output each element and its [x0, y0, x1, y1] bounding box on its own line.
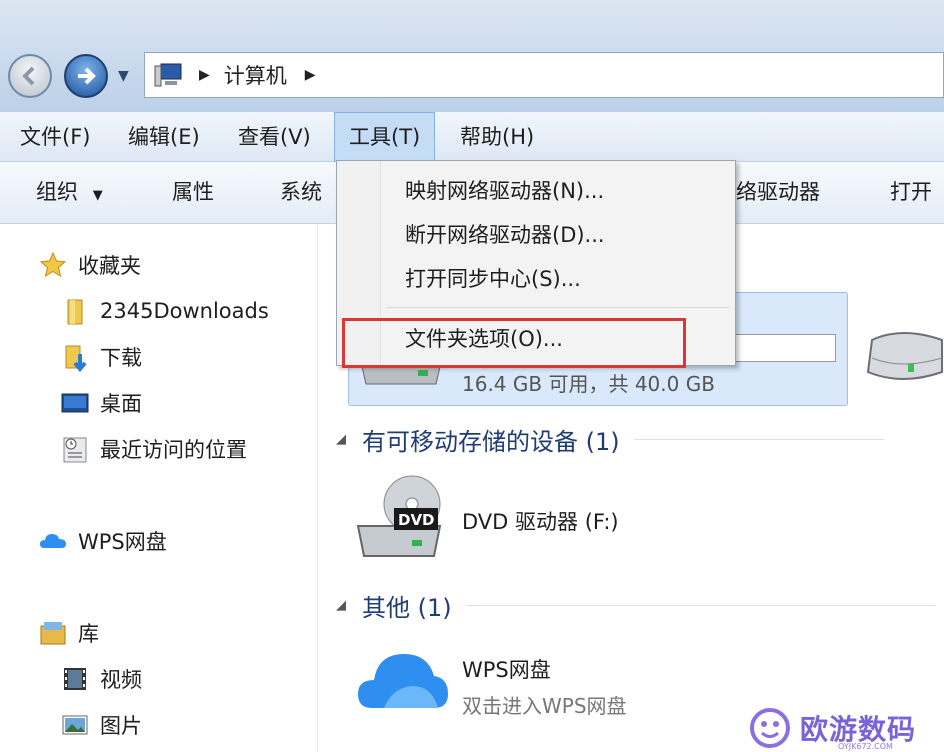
arrow-left-icon: [22, 66, 35, 86]
watermark-subtext: OYJK672.COM: [838, 742, 893, 751]
group-title: 其他 (1): [362, 594, 452, 622]
breadcrumb-computer[interactable]: 计算机: [224, 60, 287, 90]
wps-cloud-subtitle: 双击进入WPS网盘: [462, 694, 627, 718]
sidebar-item-label: WPS网盘: [78, 530, 167, 554]
menu-edit[interactable]: 编辑(E): [114, 112, 214, 162]
disk-capacity-text: 16.4 GB 可用，共 40.0 GB: [462, 372, 715, 396]
breadcrumb-separator-icon[interactable]: ▶: [305, 67, 316, 83]
collapse-triangle-icon[interactable]: ◢: [336, 598, 346, 613]
title-bar: ▼ ▶ 计算机 ▶: [0, 0, 944, 112]
address-bar[interactable]: ▶ 计算机 ▶: [144, 52, 944, 98]
group-title: 有可移动存储的设备 (1): [362, 428, 620, 456]
menu-item-disconnect-network-drive[interactable]: 断开网络驱动器(D)...: [405, 219, 605, 249]
sidebar-item-recent-places[interactable]: 最近访问的位置: [60, 434, 247, 464]
menu-bar: 文件(F) 编辑(E) 查看(V) 工具(T) 帮助(H): [0, 112, 944, 162]
sidebar-item-library[interactable]: 库: [38, 618, 99, 648]
open-control-panel-button[interactable]: 打开: [890, 162, 932, 224]
star-icon: [38, 250, 68, 280]
sidebar-item-downloads[interactable]: 下载: [60, 342, 142, 372]
dvd-drive-name[interactable]: DVD 驱动器 (F:): [462, 506, 619, 536]
sidebar-item-label: 2345Downloads: [100, 299, 269, 323]
sidebar-item-label: 视频: [100, 668, 142, 692]
menu-view[interactable]: 查看(V): [224, 112, 325, 162]
breadcrumb-separator-icon[interactable]: ▶: [199, 67, 210, 83]
library-icon: [38, 618, 68, 648]
group-divider: [633, 439, 884, 440]
back-button[interactable]: [8, 54, 52, 98]
watermark: 欧游数码 OYJK672.COM: [748, 704, 944, 752]
sidebar-item-label: 桌面: [100, 392, 142, 416]
sidebar-item-label: 库: [78, 622, 99, 646]
sidebar-item-pictures[interactable]: 图片: [60, 710, 142, 740]
sidebar-item-desktop[interactable]: 桌面: [60, 388, 142, 418]
menu-tools[interactable]: 工具(T): [334, 112, 436, 162]
sidebar-item-label: 收藏夹: [78, 254, 141, 278]
menu-item-open-sync-center[interactable]: 打开同步中心(S)...: [405, 263, 581, 293]
menu-file[interactable]: 文件(F): [6, 112, 104, 162]
download-folder-icon: [60, 342, 90, 372]
arrow-right-icon: [78, 67, 96, 85]
annotation-highlight-box: [342, 318, 686, 368]
folder-icon: [60, 296, 90, 326]
desktop-icon: [60, 388, 90, 418]
properties-button[interactable]: 属性: [172, 162, 214, 224]
dvd-badge: DVD: [398, 511, 435, 529]
computer-icon: [154, 63, 182, 87]
cloud-icon: [38, 526, 68, 556]
sidebar-item-label: 下载: [100, 346, 142, 370]
organize-label: 组织: [36, 180, 78, 204]
forward-button[interactable]: [64, 54, 108, 98]
wps-cloud-name[interactable]: WPS网盘: [462, 654, 551, 684]
recent-places-icon: [60, 434, 90, 464]
group-header-removable[interactable]: ◢ 有可移动存储的设备 (1): [336, 422, 884, 457]
sidebar-item-label: 最近访问的位置: [100, 438, 247, 462]
video-icon: [60, 664, 90, 694]
map-network-drive-button[interactable]: 络驱动器: [736, 162, 820, 224]
collapse-triangle-icon[interactable]: ◢: [336, 432, 346, 447]
pictures-icon: [60, 710, 90, 740]
sidebar-item-2345downloads[interactable]: 2345Downloads: [60, 296, 269, 326]
sidebar-item-label: 图片: [100, 714, 142, 738]
organize-button[interactable]: 组织 ▼: [36, 162, 103, 224]
menu-item-map-network-drive[interactable]: 映射网络驱动器(N)...: [405, 175, 604, 205]
system-properties-button[interactable]: 系统: [280, 162, 322, 224]
menu-separator: [387, 307, 729, 308]
chevron-down-icon: ▼: [92, 188, 103, 203]
history-dropdown-icon[interactable]: ▼: [118, 68, 129, 84]
sidebar-item-wps-cloud[interactable]: WPS网盘: [38, 526, 167, 556]
sidebar-item-favorites[interactable]: 收藏夹: [38, 250, 141, 280]
hard-drive-icon[interactable]: [862, 320, 944, 390]
sidebar-item-videos[interactable]: 视频: [60, 664, 142, 694]
cloud-icon: [358, 654, 448, 708]
group-header-other[interactable]: ◢ 其他 (1): [336, 588, 936, 623]
watermark-logo-icon: [750, 708, 790, 748]
menu-help[interactable]: 帮助(H): [446, 112, 548, 162]
group-divider: [465, 605, 936, 606]
